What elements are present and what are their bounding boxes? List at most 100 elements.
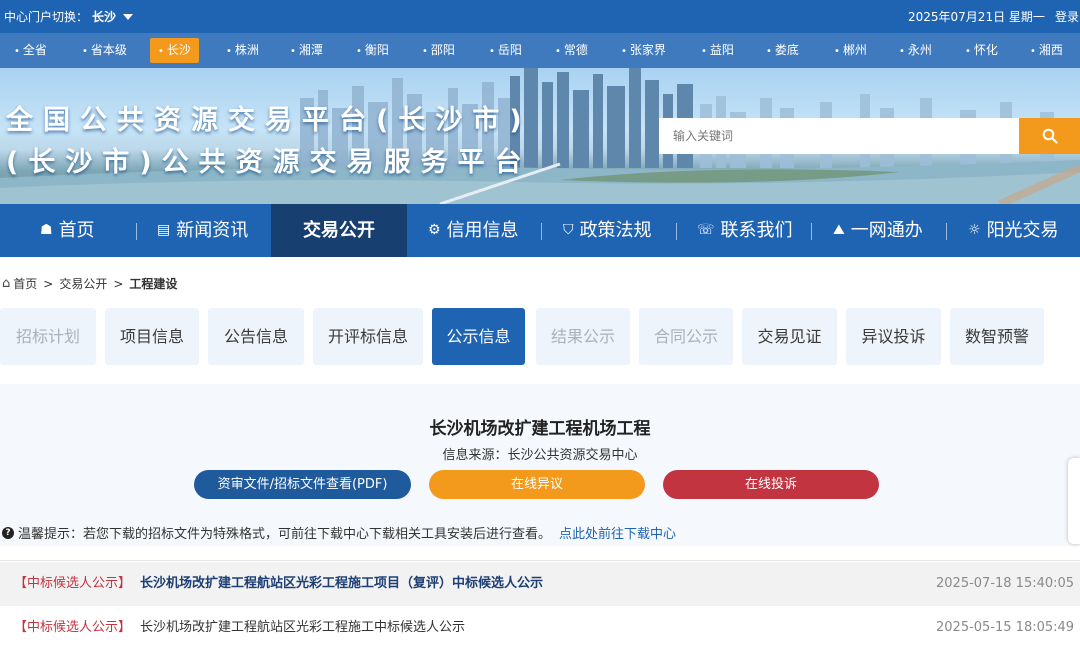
- side-float-toolbar[interactable]: [1068, 458, 1080, 544]
- city-link[interactable]: • 永州: [891, 38, 940, 63]
- main-nav: ☗ 首页 ▤ 新闻资讯 交易公开 ⚙ 信用信息 ⛉ 政策法规 ☏ 联系我们 ⛰ 一网通办 ☼…: [0, 204, 1080, 257]
- top-bar: 中心门户切换： 长沙 2025年07月21日 星期一 登录: [0, 0, 1080, 33]
- home-icon: ☗: [40, 222, 53, 238]
- bullet-icon: •: [766, 46, 772, 57]
- notice-title-link[interactable]: 长沙机场改扩建工程航站区光彩工程施工中标候选人公示: [140, 606, 465, 646]
- tab-project-info[interactable]: 项目信息: [105, 308, 199, 365]
- city-link[interactable]: • 全省: [6, 38, 55, 63]
- city-bar: • 全省 • 省本级 • 长沙 • 株洲 • 湘潭 • 衡阳 • 邵阳 • 岳阳 • 常德 • 张家…: [0, 33, 1080, 68]
- tab-result[interactable]: 结果公示: [536, 308, 630, 365]
- nav-credit[interactable]: ⚙ 信用信息: [428, 204, 519, 257]
- list-item[interactable]: 【中标候选人公示】 长沙机场改扩建工程航站区光彩工程施工中标候选人公示 2025…: [0, 606, 1080, 646]
- search-box: [659, 118, 1080, 154]
- search-button[interactable]: [1019, 118, 1080, 154]
- tab-bid-plan[interactable]: 招标计划: [0, 308, 96, 365]
- notice-title-link[interactable]: 长沙机场改扩建工程航站区光彩工程施工项目（复评）中标候选人公示: [140, 562, 543, 606]
- login-link[interactable]: 登录: [1055, 8, 1079, 25]
- bullet-icon: •: [489, 46, 495, 57]
- tab-contract[interactable]: 合同公示: [639, 308, 733, 365]
- notice-type-tag: 【中标候选人公示】: [14, 576, 132, 591]
- bullet-icon: •: [158, 46, 164, 57]
- header-banner: 全国公共资源交易平台(长沙市) (长沙市)公共资源交易服务平台: [0, 68, 1080, 204]
- nav-trade-public[interactable]: 交易公开: [271, 204, 407, 257]
- bullet-icon: •: [290, 46, 296, 57]
- city-link[interactable]: • 湘潭: [282, 38, 331, 63]
- list-item[interactable]: 【中标候选人公示】 长沙机场改扩建工程航站区光彩工程施工项目（复评）中标候选人公…: [0, 562, 1080, 606]
- city-link[interactable]: • 娄底: [758, 38, 807, 63]
- chevron-down-icon[interactable]: [123, 13, 134, 20]
- sunshine-icon: ☼: [968, 222, 981, 238]
- bullet-icon: •: [82, 46, 88, 57]
- breadcrumb-separator: >: [43, 276, 54, 291]
- bullet-icon: •: [226, 46, 232, 57]
- city-link[interactable]: • 省本级: [74, 38, 135, 63]
- project-title: 长沙机场改扩建工程机场工程: [429, 419, 651, 439]
- credit-icon: ⚙: [428, 222, 441, 238]
- bullet-icon: •: [555, 46, 561, 57]
- breadcrumb-home[interactable]: 首页: [13, 275, 37, 292]
- city-link[interactable]: • 衡阳: [348, 38, 397, 63]
- breadcrumb-current: 工程建设: [129, 277, 178, 291]
- list-divider: [0, 560, 1080, 561]
- city-link[interactable]: • 张家界: [613, 38, 674, 63]
- tab-announcement[interactable]: 公告信息: [208, 308, 304, 365]
- search-icon: [1042, 128, 1058, 144]
- info-source: 信息来源：长沙公共资源交易中心: [442, 448, 638, 463]
- city-link[interactable]: • 邵阳: [414, 38, 463, 63]
- tab-bid-opening[interactable]: 开评标信息: [313, 308, 423, 365]
- city-link[interactable]: • 岳阳: [481, 38, 530, 63]
- policy-icon: ⛉: [563, 222, 574, 238]
- nav-divider: [136, 223, 137, 240]
- bullet-icon: •: [1030, 46, 1036, 57]
- notice-time: 2025-07-18 15:40:05: [936, 576, 1075, 591]
- nav-policy[interactable]: ⛉ 政策法规: [563, 204, 652, 257]
- tab-smart-warning[interactable]: 数智预警: [950, 308, 1044, 365]
- project-panel: 长沙机场改扩建工程机场工程 信息来源：长沙公共资源交易中心 资审文件/招标文件查…: [0, 384, 1080, 546]
- nav-sunshine[interactable]: ☼ 阳光交易: [968, 204, 1059, 257]
- city-link[interactable]: • 湘西: [1022, 38, 1071, 63]
- online-complaint-button[interactable]: 在线投诉: [663, 470, 879, 499]
- contact-icon: ☏: [697, 222, 715, 238]
- bullet-icon: •: [356, 46, 362, 57]
- city-link[interactable]: • 郴州: [826, 38, 875, 63]
- news-icon: ▤: [157, 222, 171, 238]
- current-center[interactable]: 长沙: [92, 8, 116, 25]
- platform-title-line2: (长沙市)公共资源交易服务平台: [6, 147, 532, 178]
- city-link-active[interactable]: • 长沙: [150, 38, 199, 63]
- breadcrumb-separator: >: [113, 276, 124, 291]
- bullet-icon: •: [14, 46, 20, 57]
- tip-text: 温馨提示：若您下载的招标文件为特殊格式，可前往下载中心下载相关工具安装后进行查看…: [18, 527, 552, 542]
- nav-divider: [541, 223, 542, 240]
- service-icon: ⛰: [833, 222, 845, 238]
- download-tip: ? 温馨提示：若您下载的招标文件为特殊格式，可前往下载中心下载相关工具安装后进行…: [2, 523, 676, 542]
- breadcrumb-level2[interactable]: 交易公开: [59, 275, 107, 292]
- bullet-icon: •: [965, 46, 971, 57]
- nav-news[interactable]: ▤ 新闻资讯: [157, 204, 248, 257]
- center-switch[interactable]: 中心门户切换： 长沙: [4, 8, 134, 25]
- bullet-icon: •: [701, 46, 707, 57]
- nav-home[interactable]: ☗ 首页: [40, 204, 95, 257]
- tab-witness[interactable]: 交易见证: [742, 308, 837, 365]
- search-input[interactable]: [659, 118, 1019, 154]
- bullet-icon: •: [899, 46, 905, 57]
- online-objection-button[interactable]: 在线异议: [429, 470, 645, 499]
- nav-divider: [811, 223, 812, 240]
- view-bid-docs-button[interactable]: 资审文件/招标文件查看(PDF): [194, 470, 411, 499]
- notice-type-tag: 【中标候选人公示】: [14, 620, 132, 635]
- city-link[interactable]: • 常德: [547, 38, 596, 63]
- bullet-icon: •: [621, 46, 627, 57]
- city-link[interactable]: • 株洲: [218, 38, 267, 63]
- download-center-link[interactable]: 点此处前往下载中心: [559, 523, 676, 542]
- city-link[interactable]: • 益阳: [693, 38, 742, 63]
- notice-time: 2025-05-15 18:05:49: [936, 620, 1075, 635]
- city-link[interactable]: • 怀化: [957, 38, 1006, 63]
- tab-publicity[interactable]: 公示信息: [432, 308, 525, 365]
- bullet-icon: •: [834, 46, 840, 57]
- nav-one-stop[interactable]: ⛰ 一网通办: [833, 204, 923, 257]
- home-icon: ⌂: [2, 276, 11, 291]
- nav-contact[interactable]: ☏ 联系我们: [697, 204, 793, 257]
- platform-title-line1: 全国公共资源交易平台(长沙市): [6, 105, 532, 136]
- tab-objection-complaint[interactable]: 异议投诉: [846, 308, 941, 365]
- current-date: 2025年07月21日 星期一: [908, 10, 1045, 24]
- nav-divider: [676, 223, 677, 240]
